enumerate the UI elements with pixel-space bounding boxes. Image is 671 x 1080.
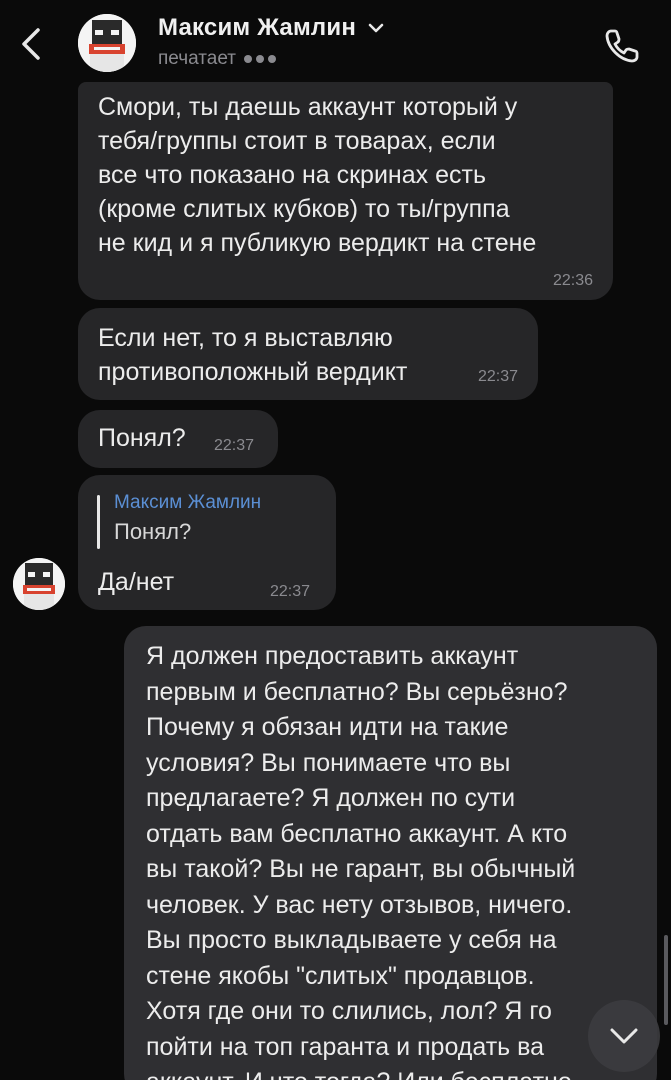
chevron-left-icon [22, 28, 40, 60]
message-time: 22:37 [477, 368, 518, 385]
back-button[interactable] [14, 24, 50, 64]
scroll-down-button[interactable] [588, 1000, 660, 1072]
call-button[interactable] [600, 24, 644, 68]
avatar[interactable] [78, 14, 136, 72]
avatar[interactable] [13, 558, 65, 610]
message-bubble[interactable]: Если нет, то я выставляю противоположный… [78, 308, 538, 400]
reply-author[interactable]: Максим Жамлин [114, 492, 261, 514]
scrollbar[interactable] [664, 935, 668, 1025]
phone-icon [605, 29, 639, 63]
message-text: Если нет, то я выставляю противоположный… [98, 324, 408, 386]
message-bubble[interactable]: Смори, ты даешь аккаунт который у тебя/г… [78, 82, 613, 300]
reply-text: Понял? [114, 519, 192, 544]
chat-header: Максим Жамлин печатает [0, 0, 671, 84]
message-time: 22:36 [552, 272, 593, 289]
message-text: Смори, ты даешь аккаунт который у тебя/г… [98, 93, 537, 257]
chevron-down-icon [368, 23, 384, 33]
message-bubble[interactable]: Максим Жамлин Понял? Да/нет 22:37 [78, 475, 336, 610]
message-text: Да/нет [98, 568, 175, 596]
message-time: 22:37 [270, 583, 311, 600]
message-text: Я должен предоставить аккаунт первым и б… [146, 642, 576, 1080]
status-text: печатает [158, 48, 236, 69]
message-bubble[interactable]: Понял? 22:37 [78, 410, 278, 468]
contact-avatar-image [78, 14, 136, 72]
contact-name: Максим Жамлин [158, 14, 357, 41]
typing-dots-icon [243, 55, 276, 63]
contact-name-button[interactable]: Максим Жамлин [158, 14, 384, 42]
message-time: 22:37 [214, 437, 255, 454]
contact-avatar-image [13, 558, 65, 610]
message-text: Понял? [98, 424, 186, 452]
chevron-down-icon [610, 1028, 638, 1044]
reply-quote-bar [97, 495, 100, 549]
message-bubble-outgoing[interactable]: Я должен предоставить аккаунт первым и б… [124, 626, 657, 1080]
typing-status: печатает [158, 48, 276, 70]
